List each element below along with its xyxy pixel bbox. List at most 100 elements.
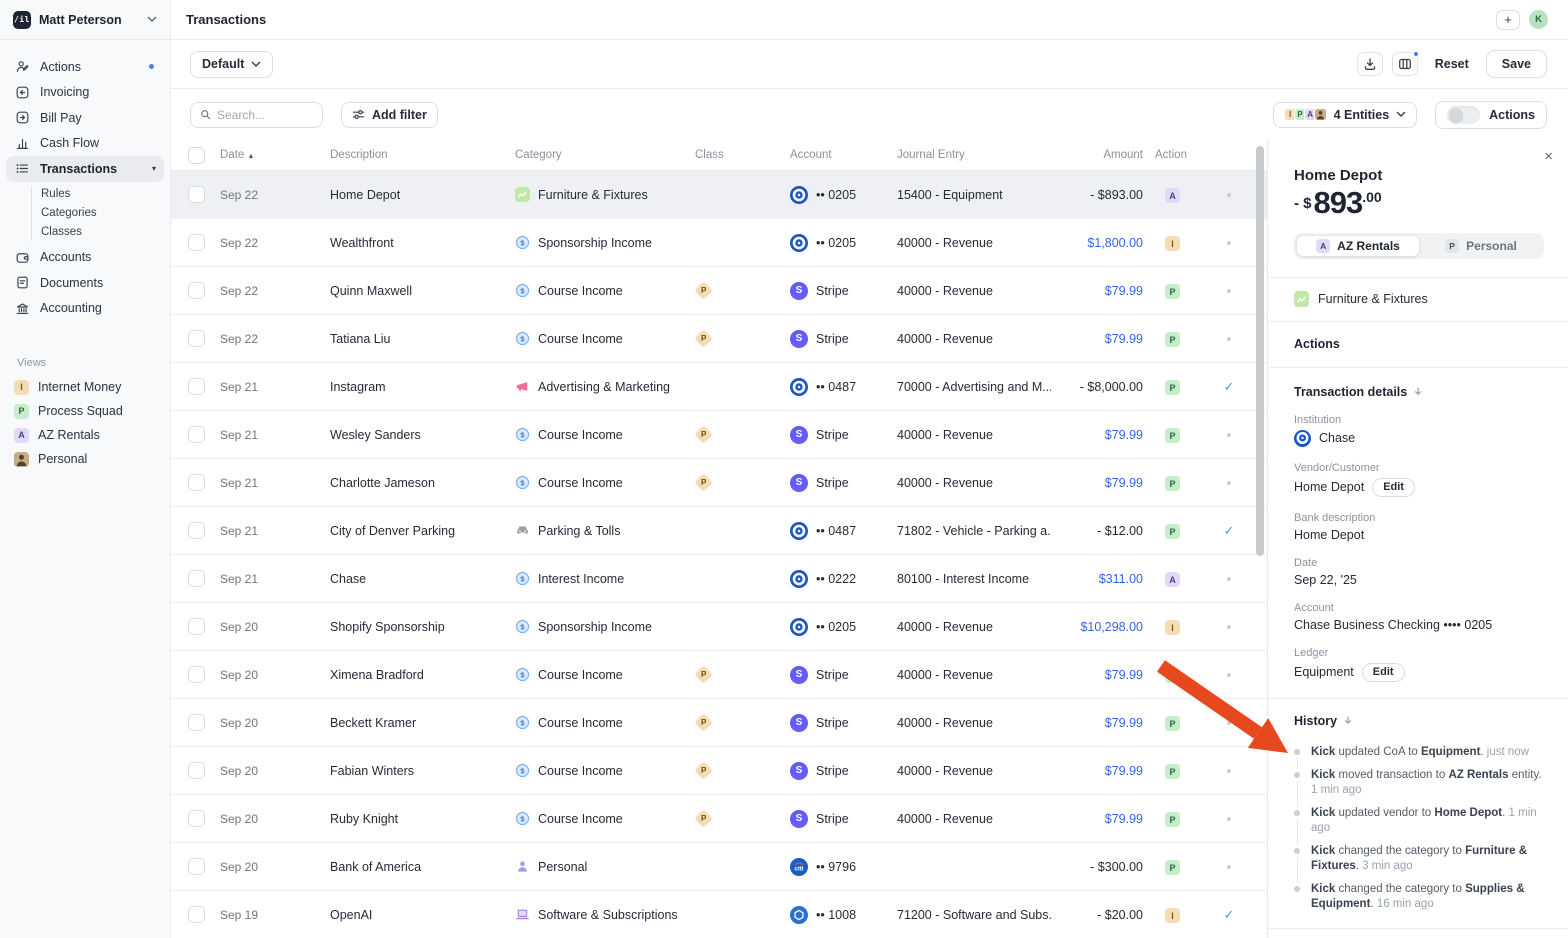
row-checkbox[interactable] <box>188 762 205 779</box>
row-checkbox[interactable] <box>188 858 205 875</box>
table-row-quinn-maxwell[interactable]: Sep 22Quinn Maxwell$Course IncomePSStrip… <box>171 267 1267 315</box>
search-input[interactable] <box>217 108 313 122</box>
cell-action[interactable] <box>1227 481 1231 485</box>
close-icon[interactable]: × <box>1544 149 1553 164</box>
views-list: IInternet MoneyPProcess SquadAAZ Rentals… <box>0 375 170 471</box>
actions-toggle[interactable]: Actions <box>1435 101 1547 129</box>
view-item-internet-money[interactable]: IInternet Money <box>6 375 164 399</box>
view-selector-dropdown[interactable]: Default <box>190 51 273 78</box>
table-row-instagram[interactable]: Sep 21InstagramAdvertising & Marketing••… <box>171 363 1267 411</box>
row-checkbox[interactable] <box>188 186 205 203</box>
table-row-wealthfront[interactable]: Sep 22Wealthfront$Sponsorship Income•• 0… <box>171 219 1267 267</box>
stripe-account-icon: S <box>790 666 808 684</box>
columns-button[interactable] <box>1392 52 1418 76</box>
edit-vendor-customer-button[interactable]: Edit <box>1372 478 1415 497</box>
table-row-fabian-winters[interactable]: Sep 20Fabian Winters$Course IncomePSStri… <box>171 747 1267 795</box>
entity-badge-p: P <box>1165 476 1180 491</box>
sidebar-subitem-categories[interactable]: Categories <box>41 205 164 222</box>
column-header-account[interactable]: Account <box>790 149 897 161</box>
category-row[interactable]: Furniture & Fixtures <box>1294 278 1544 321</box>
sidebar-item-actions[interactable]: Actions <box>6 54 164 80</box>
table-row-ximena-bradford[interactable]: Sep 20Ximena Bradford$Course IncomePSStr… <box>171 651 1267 699</box>
cell-description: Wealthfront <box>330 236 515 250</box>
sidebar-subitem-classes[interactable]: Classes <box>41 224 164 241</box>
sidebar-item-transactions[interactable]: Transactions▾ <box>6 156 164 182</box>
table-row-charlotte-jameson[interactable]: Sep 21Charlotte Jameson$Course IncomePSS… <box>171 459 1267 507</box>
add-new-button[interactable]: + <box>1496 10 1520 30</box>
table-row-beckett-kramer[interactable]: Sep 20Beckett Kramer$Course IncomePSStri… <box>171 699 1267 747</box>
row-checkbox[interactable] <box>188 234 205 251</box>
cell-action[interactable] <box>1227 721 1231 725</box>
cell-action[interactable]: ✓ <box>1224 906 1235 924</box>
cell-date: Sep 19 <box>220 908 330 922</box>
cell-action[interactable] <box>1227 769 1231 773</box>
user-avatar[interactable]: K <box>1529 10 1548 29</box>
column-header-description[interactable]: Description <box>330 149 515 161</box>
sidebar-item-cash-flow[interactable]: Cash Flow <box>6 131 164 157</box>
download-button[interactable] <box>1357 52 1383 76</box>
history-header[interactable]: History <box>1294 714 1544 728</box>
scrollbar[interactable] <box>1256 146 1264 556</box>
row-checkbox[interactable] <box>188 474 205 491</box>
entities-dropdown[interactable]: IPA 4 Entities <box>1273 102 1418 128</box>
column-header-amount[interactable]: Amount <box>1103 149 1151 161</box>
view-item-az-rentals[interactable]: AAZ Rentals <box>6 423 164 447</box>
row-checkbox[interactable] <box>188 714 205 731</box>
cell-action[interactable] <box>1227 865 1231 869</box>
sidebar-item-documents[interactable]: Documents <box>6 270 164 296</box>
row-checkbox[interactable] <box>188 906 205 923</box>
column-header-action[interactable]: Action <box>1155 149 1187 161</box>
row-checkbox[interactable] <box>188 570 205 587</box>
entity-tab-personal[interactable]: PPersonal <box>1420 235 1542 257</box>
row-checkbox[interactable] <box>188 666 205 683</box>
column-header-date[interactable]: Date ▲ <box>220 149 330 161</box>
cell-action[interactable]: ✓ <box>1224 378 1235 396</box>
column-header-category[interactable]: Category <box>515 149 695 161</box>
row-checkbox[interactable] <box>188 426 205 443</box>
table-row-tatiana-liu[interactable]: Sep 22Tatiana Liu$Course IncomePSStripe4… <box>171 315 1267 363</box>
entity-tab-az-rentals[interactable]: AAZ Rentals <box>1296 235 1420 257</box>
cell-action[interactable] <box>1227 673 1231 677</box>
table-row-bank-of-america[interactable]: Sep 20Bank of AmericaPersonalciti•• 9796… <box>171 843 1267 891</box>
transaction-details-header[interactable]: Transaction details <box>1294 385 1544 399</box>
table-row-city-of-denver-parking[interactable]: Sep 21City of Denver ParkingParking & To… <box>171 507 1267 555</box>
add-filter-button[interactable]: Add filter <box>341 102 438 128</box>
row-checkbox[interactable] <box>188 378 205 395</box>
toggle-switch[interactable] <box>1447 106 1480 124</box>
row-checkbox[interactable] <box>188 330 205 347</box>
table-row-shopify-sponsorship[interactable]: Sep 20Shopify Sponsorship$Sponsorship In… <box>171 603 1267 651</box>
cell-action[interactable] <box>1227 193 1231 197</box>
sidebar-item-accounts[interactable]: Accounts <box>6 245 164 271</box>
select-all-checkbox[interactable] <box>188 147 205 164</box>
view-item-personal[interactable]: Personal <box>6 447 164 471</box>
table-row-openai[interactable]: Sep 19OpenAISoftware & Subscriptions•• 1… <box>171 891 1267 938</box>
table-row-wesley-sanders[interactable]: Sep 21Wesley Sanders$Course IncomePSStri… <box>171 411 1267 459</box>
save-button[interactable]: Save <box>1486 50 1547 78</box>
cell-action[interactable] <box>1227 625 1231 629</box>
column-header-class[interactable]: Class <box>695 149 790 161</box>
reset-button[interactable]: Reset <box>1427 57 1477 71</box>
cell-action[interactable] <box>1227 289 1231 293</box>
sidebar-item-invoicing[interactable]: Invoicing <box>6 80 164 106</box>
row-checkbox[interactable] <box>188 618 205 635</box>
table-row-home-depot[interactable]: Sep 22Home DepotFurniture & Fixtures•• 0… <box>171 171 1267 219</box>
view-item-process-squad[interactable]: PProcess Squad <box>6 399 164 423</box>
cell-action[interactable] <box>1227 817 1231 821</box>
cell-action[interactable] <box>1227 433 1231 437</box>
cell-action[interactable] <box>1227 337 1231 341</box>
sidebar-subitem-rules[interactable]: Rules <box>41 186 164 203</box>
cell-action[interactable]: ✓ <box>1224 522 1235 540</box>
cell-action[interactable] <box>1227 577 1231 581</box>
table-row-ruby-knight[interactable]: Sep 20Ruby Knight$Course IncomePSStripe4… <box>171 795 1267 843</box>
sidebar-item-bill-pay[interactable]: Bill Pay <box>6 105 164 131</box>
table-row-chase[interactable]: Sep 21Chase$Interest Income•• 022280100 … <box>171 555 1267 603</box>
cell-action[interactable] <box>1227 241 1231 245</box>
row-checkbox[interactable] <box>188 810 205 827</box>
sidebar-item-accounting[interactable]: Accounting <box>6 296 164 322</box>
coin-category-icon: $ <box>515 667 530 682</box>
row-checkbox[interactable] <box>188 282 205 299</box>
row-checkbox[interactable] <box>188 522 205 539</box>
edit-ledger-button[interactable]: Edit <box>1362 663 1405 682</box>
workspace-switcher[interactable]: /il Matt Peterson <box>0 0 170 40</box>
column-header-journal-entry[interactable]: Journal Entry <box>897 149 1051 161</box>
